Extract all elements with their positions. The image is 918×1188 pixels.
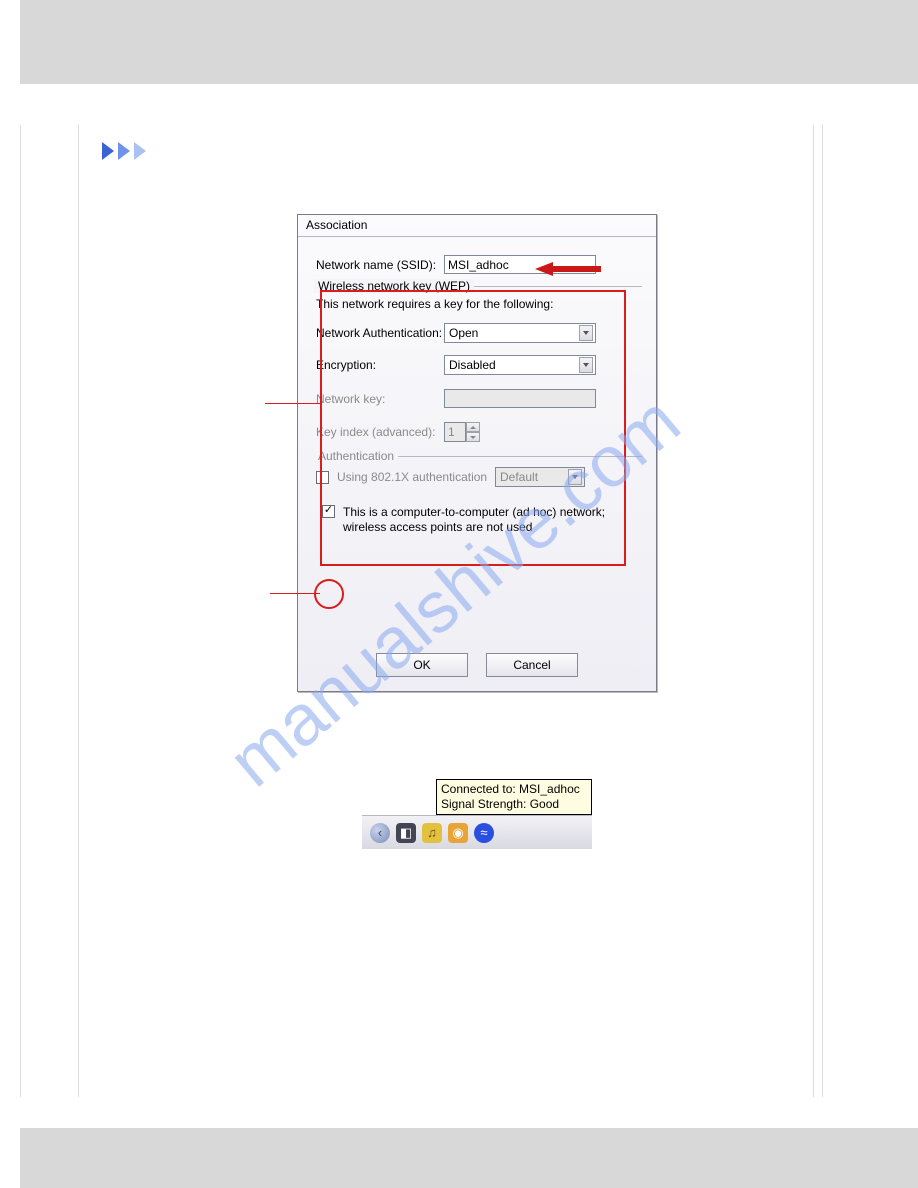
tooltip-line1: Connected to: MSI_adhoc bbox=[441, 782, 587, 797]
stepper-up-icon bbox=[466, 422, 480, 432]
page-border bbox=[822, 125, 823, 1097]
system-tray: ‹ ◧ ♫ ◉ ≈ bbox=[362, 815, 592, 849]
ok-button[interactable]: OK bbox=[376, 653, 468, 677]
authn-value: Default bbox=[500, 470, 538, 484]
encryption-label: Encryption: bbox=[316, 358, 444, 372]
tray-wifi-icon[interactable]: ≈ bbox=[474, 823, 494, 843]
use-8021x-label: Using 802.1X authentication bbox=[337, 470, 495, 484]
tray-sound-icon[interactable]: ♫ bbox=[422, 823, 442, 843]
wep-description: This network requires a key for the foll… bbox=[316, 297, 642, 311]
tray-app-icon[interactable]: ◉ bbox=[448, 823, 468, 843]
annotation-line bbox=[270, 593, 320, 594]
auth-select[interactable]: Open bbox=[444, 323, 596, 343]
page-bottom-margin bbox=[20, 1128, 918, 1188]
adhoc-label: This is a computer-to-computer (ad hoc) … bbox=[343, 505, 642, 535]
stepper-down-icon bbox=[466, 432, 480, 442]
dropdown-icon[interactable] bbox=[579, 357, 593, 373]
tray-back-icon[interactable]: ‹ bbox=[370, 823, 390, 843]
network-key-label: Network key: bbox=[316, 392, 444, 406]
adhoc-checkbox[interactable] bbox=[322, 505, 335, 518]
encryption-value: Disabled bbox=[449, 358, 496, 372]
use-8021x-checkbox[interactable] bbox=[316, 471, 329, 484]
dialog-title: Association bbox=[298, 215, 656, 237]
cancel-button[interactable]: Cancel bbox=[486, 653, 578, 677]
key-index-stepper: 1 bbox=[444, 422, 480, 442]
page-border bbox=[20, 125, 21, 1097]
tray-network-icon[interactable]: ◧ bbox=[396, 823, 416, 843]
annotation-line bbox=[265, 403, 320, 404]
encryption-select[interactable]: Disabled bbox=[444, 355, 596, 375]
ssid-label: Network name (SSID): bbox=[316, 258, 444, 272]
tray-tooltip: Connected to: MSI_adhoc Signal Strength:… bbox=[436, 779, 592, 815]
section-arrows-icon bbox=[100, 139, 160, 163]
page-top-margin bbox=[20, 0, 918, 84]
tooltip-line2: Signal Strength: Good bbox=[441, 797, 587, 812]
ssid-input[interactable] bbox=[444, 255, 596, 274]
key-index-value: 1 bbox=[444, 422, 466, 442]
network-key-input bbox=[444, 389, 596, 408]
dropdown-icon bbox=[568, 469, 582, 485]
dropdown-icon[interactable] bbox=[579, 325, 593, 341]
wep-group-legend: Wireless network key (WEP) bbox=[314, 279, 474, 293]
auth-label: Network Authentication: bbox=[316, 326, 444, 340]
association-dialog: Association Network name (SSID): Wireles… bbox=[297, 214, 657, 692]
key-index-label: Key index (advanced): bbox=[316, 425, 444, 439]
authn-select: Default bbox=[495, 467, 585, 487]
auth-value: Open bbox=[449, 326, 478, 340]
authn-group-legend: Authentication bbox=[314, 449, 398, 463]
